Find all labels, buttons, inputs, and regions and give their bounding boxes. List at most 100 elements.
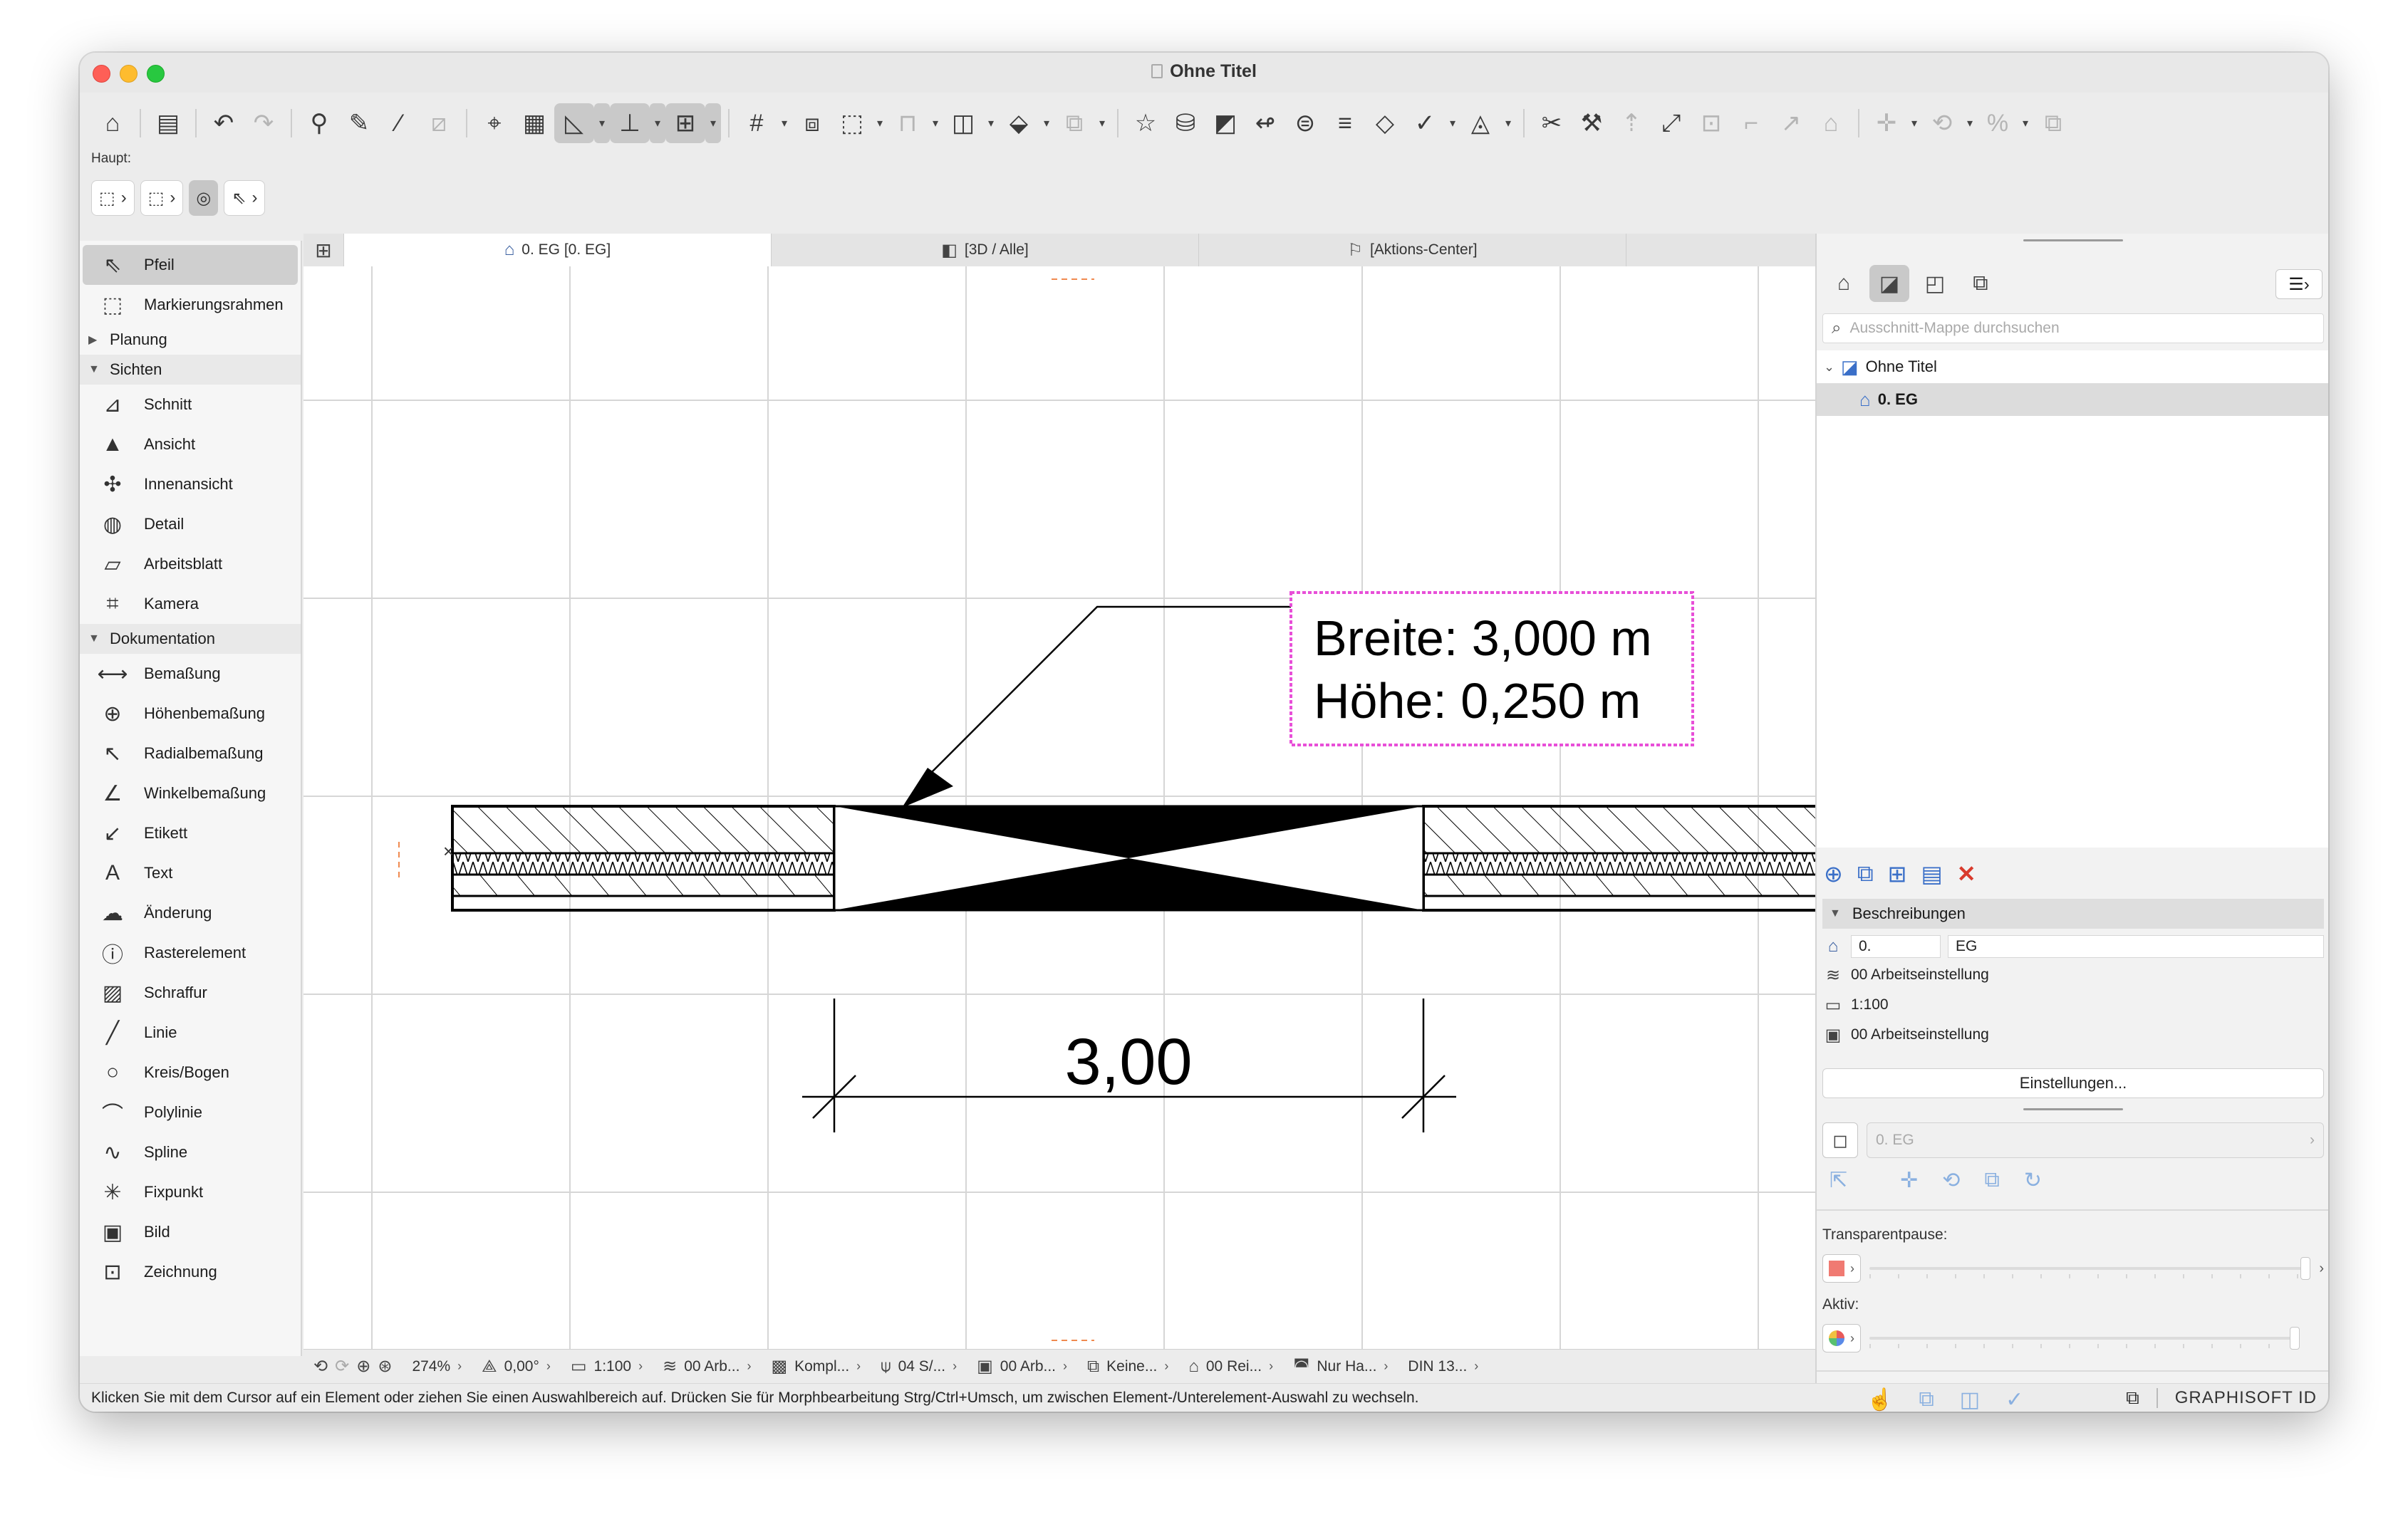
tool-zeichnung[interactable]: ⊡ Zeichnung <box>80 1252 301 1292</box>
edit-plane-icon[interactable]: # <box>737 103 777 143</box>
select-icon[interactable]: ⧈ <box>792 103 832 143</box>
snap-guides-icon[interactable]: ⌖ <box>474 103 514 143</box>
switch-reference-icon[interactable]: ⇱ <box>1830 1168 1847 1193</box>
renovation-filter-control[interactable]: ⌂ 00 Rei... › <box>1178 1357 1283 1377</box>
rubberband-geometry-button[interactable]: ⬚ › <box>91 180 135 216</box>
shape-icon[interactable]: ◇ <box>1365 103 1405 143</box>
edit-plane-dropdown[interactable]: ▾ <box>777 103 792 143</box>
structure-display-control[interactable]: ▩ Kompl... › <box>761 1356 871 1377</box>
tool-kamera[interactable]: ⌗ Kamera <box>80 584 301 624</box>
tool-polylinie[interactable]: ⌒ Polylinie <box>80 1093 301 1132</box>
tool-text[interactable]: A Text <box>80 853 301 893</box>
elevate-icon[interactable]: ✂ <box>1532 103 1572 143</box>
settings-button[interactable]: Einstellungen... <box>1822 1068 2324 1098</box>
reset-reference-icon[interactable]: ↻ <box>2024 1168 2042 1193</box>
split-icon[interactable]: ✓ <box>1405 103 1445 143</box>
move-icon[interactable]: ⌐ <box>1731 103 1771 143</box>
split-dropdown[interactable]: ▾ <box>1445 103 1460 143</box>
previous-zoom-icon[interactable]: ⟲ <box>313 1356 328 1377</box>
design-options-control[interactable]: ◚ Nur Ha... › <box>1283 1356 1398 1377</box>
section-header[interactable]: ▼ Beschreibungen <box>1822 899 2324 929</box>
publish-dropdown[interactable]: ▾ <box>1094 103 1110 143</box>
roof-icon[interactable]: ⊡ <box>1691 103 1731 143</box>
fit-in-window-icon[interactable]: ⊛ <box>378 1356 392 1377</box>
undo-icon[interactable]: ↶ <box>204 103 244 143</box>
reference-check-icon[interactable]: ✓ <box>2005 1387 2023 1412</box>
publisher-sets-icon[interactable]: ⧉ <box>1961 265 2000 302</box>
lock-icon[interactable]: ⬚ <box>832 103 872 143</box>
floor-plan-canvas[interactable]: Breite: 3,000 m Höhe: 0,250 m 3,00 × <box>303 266 1896 1349</box>
transparency-slider[interactable] <box>1869 1257 2311 1280</box>
slider-knob[interactable] <box>2290 1327 2300 1350</box>
grid-snap-dropdown[interactable]: ▾ <box>705 103 721 143</box>
rotate-copy-icon[interactable]: ⟲ <box>1922 103 1962 143</box>
reference-color-button[interactable]: › <box>1822 1254 1861 1283</box>
tool-aenderung[interactable]: ☁ Änderung <box>80 893 301 933</box>
view-settings-icon[interactable]: ▤ <box>1921 860 1942 887</box>
hand-icon[interactable]: ☝ <box>1867 1387 1893 1412</box>
zoom-level[interactable]: 274% › <box>402 1358 472 1375</box>
view-name-field[interactable]: EG <box>1948 935 2324 958</box>
trim-dropdown[interactable]: ▾ <box>1500 103 1516 143</box>
tool-pfeil[interactable]: ⇖ Pfeil <box>83 245 298 285</box>
tool-bemassung[interactable]: ⟷ Bemaßung <box>80 654 301 694</box>
arrow-select-button[interactable]: ⇖ › <box>224 180 266 216</box>
dimension-standard-control[interactable]: DIN 13... › <box>1398 1358 1488 1375</box>
percent-icon[interactable]: % <box>1978 103 2018 143</box>
tab-floor-plan[interactable]: ⌂ 0. EG [0. EG] <box>343 234 771 266</box>
magic-wand-icon[interactable]: ⁄ <box>379 103 419 143</box>
tag-icon[interactable]: ⊜ <box>1285 103 1325 143</box>
cloud-icon[interactable]: ◩ <box>1205 103 1245 143</box>
tool-bild[interactable]: ▣ Bild <box>80 1212 301 1252</box>
view-map-icon[interactable]: ◪ <box>1869 265 1909 302</box>
tool-fixpunkt[interactable]: ✳ Fixpunkt <box>80 1172 301 1212</box>
drag-dropdown[interactable]: ▾ <box>1906 103 1922 143</box>
teamwork-icon[interactable]: ⛁ <box>1166 103 1205 143</box>
tab-overview-icon[interactable]: ⊞ <box>303 234 343 266</box>
panel-drag-handle[interactable] <box>2023 1108 2123 1110</box>
trace-reference-field[interactable]: 0. EG › <box>1867 1122 2324 1158</box>
graphisoft-id-link[interactable]: GRAPHISOFT ID <box>2156 1387 2317 1408</box>
opening-symbol[interactable] <box>833 805 1425 912</box>
next-zoom-icon[interactable]: ⟳ <box>335 1356 349 1377</box>
group-sichten[interactable]: ▼ Sichten <box>80 355 301 385</box>
tool-spline[interactable]: ∿ Spline <box>80 1132 301 1172</box>
gravity-toggle-button[interactable]: ◎ <box>189 180 219 216</box>
tool-hoehenbemassung[interactable]: ⊕ Höhenbemaßung <box>80 694 301 734</box>
scale-control[interactable]: ▭ 1:100 › <box>561 1356 653 1377</box>
save-view-icon[interactable]: ⊕ <box>1824 860 1843 887</box>
project-map-icon[interactable]: ⌂ <box>1824 265 1864 302</box>
tab-action-center[interactable]: ⚐ [Aktions-Center] <box>1198 234 1626 266</box>
resize-icon[interactable]: ⚒ <box>1572 103 1612 143</box>
grid-snap-icon[interactable]: ⊞ <box>665 103 705 143</box>
renovation-icon[interactable]: ⬙ <box>999 103 1039 143</box>
layer-dropdown[interactable]: ▾ <box>983 103 999 143</box>
tool-markierungsrahmen[interactable]: ⬚ Markierungsrahmen <box>80 285 301 325</box>
home-icon[interactable]: ⌂ <box>93 103 133 143</box>
trim-icon[interactable]: ◬ <box>1460 103 1500 143</box>
tool-radialbemassung[interactable]: ↖ Radialbemaßung <box>80 734 301 773</box>
wall-left[interactable] <box>451 805 836 912</box>
chevron-right-icon[interactable]: › <box>2319 1261 2324 1277</box>
tool-rasterelement[interactable]: ⓘ Rasterelement <box>80 933 301 973</box>
tree-item-floor[interactable]: ⌂ 0. EG <box>1817 383 2328 416</box>
group-dokumentation[interactable]: ▼ Dokumentation <box>80 624 301 654</box>
tool-detail[interactable]: ◍ Detail <box>80 504 301 544</box>
rotate-icon[interactable]: ↗ <box>1771 103 1811 143</box>
layer-combination-icon[interactable]: ◫ <box>943 103 983 143</box>
override-control[interactable]: ⧉ Keine... › <box>1077 1357 1178 1377</box>
tool-linie[interactable]: ╱ Linie <box>80 1013 301 1053</box>
renovation-dropdown[interactable]: ▾ <box>1039 103 1054 143</box>
group-planung[interactable]: ▶ Planung <box>80 325 301 355</box>
schedule-icon[interactable]: ↫ <box>1245 103 1285 143</box>
new-folder-icon[interactable]: ⊞ <box>1888 860 1907 887</box>
percent-dropdown[interactable]: ▾ <box>2018 103 2033 143</box>
group-dropdown[interactable]: ▾ <box>928 103 943 143</box>
lock-dropdown[interactable]: ▾ <box>872 103 888 143</box>
active-slider[interactable] <box>1869 1327 2300 1350</box>
save-icon[interactable]: ▤ <box>148 103 188 143</box>
delete-icon[interactable]: ✕ <box>1957 860 1976 887</box>
tool-etikett[interactable]: ↙ Etikett <box>80 813 301 853</box>
mirror-icon[interactable]: ⌂ <box>1811 103 1851 143</box>
fillet-icon[interactable]: ⤢ <box>1651 103 1691 143</box>
